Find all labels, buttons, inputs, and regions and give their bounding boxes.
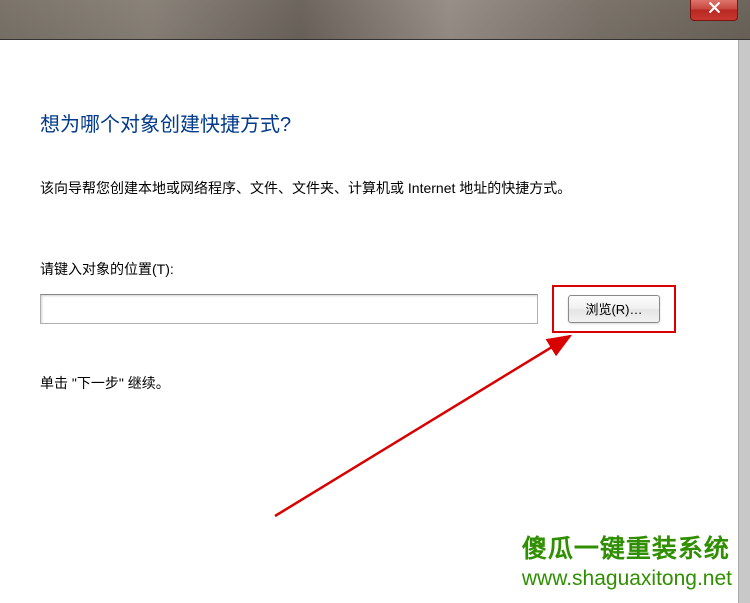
close-icon [708,1,721,19]
window-border-right [738,40,750,603]
annotation-highlight-box: 浏览(R)… [552,285,676,333]
window-titlebar [0,0,750,40]
close-button[interactable] [690,0,738,21]
watermark-line2: www.shaguaxitong.net [522,567,732,591]
next-step-hint: 单击 "下一步" 继续。 [40,373,750,393]
dialog-heading: 想为哪个对象创建快捷方式? [40,108,750,137]
watermark-line1: 傻瓜一键重装系统 [522,529,732,565]
browse-button[interactable]: 浏览(R)… [568,295,660,323]
watermark: 傻瓜一键重装系统 www.shaguaxitong.net [522,529,732,591]
dialog-description: 该向导帮您创建本地或网络程序、文件、文件夹、计算机或 Internet 地址的快… [40,179,750,199]
location-label: 请键入对象的位置(T): [40,259,750,279]
dialog-content: 想为哪个对象创建快捷方式? 该向导帮您创建本地或网络程序、文件、文件夹、计算机或… [0,40,750,393]
location-input[interactable] [40,294,538,324]
